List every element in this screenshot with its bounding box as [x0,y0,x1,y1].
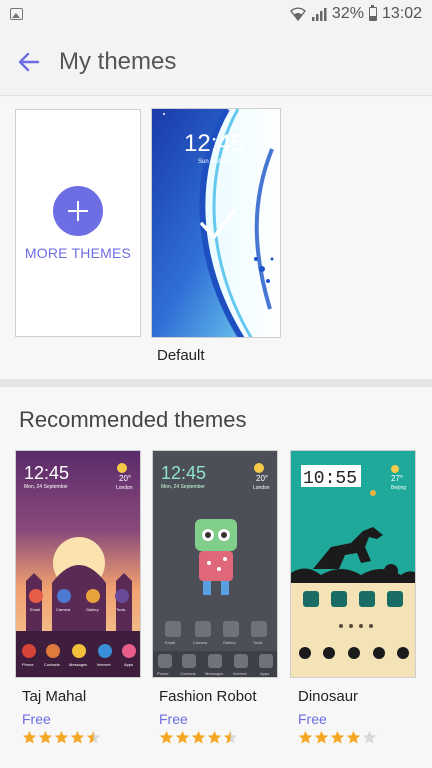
theme-price-dinosaur: Free [298,711,327,727]
robot-dock-label-4: Apps [260,671,269,676]
theme-price-taj-mahal: Free [22,711,51,727]
dino-preview-city: Beijing [391,485,406,491]
star-full-icon [159,730,174,744]
taj-dock-label-0: Phone [22,662,34,667]
default-theme-card[interactable]: 12:45 Sun 1 March [151,108,281,338]
theme-card-taj-mahal[interactable]: 12:45 Mon, 24 September 20° London Email… [15,450,141,678]
section-divider [0,379,432,387]
plus-icon [53,185,103,236]
theme-name-fashion-robot: Fashion Robot [159,688,257,705]
taj-preview-city: London [116,485,133,491]
theme-card-fashion-robot[interactable]: 12:45 Mon, 24 September 20° London Email… [152,450,278,678]
taj-dock-label-2: Messages [69,662,87,667]
robot-preview-temp: 20° [256,474,268,483]
dino-preview-clock: 10:55 [303,469,357,489]
robot-dock-label-2: Messages [205,671,223,676]
star-half-icon [223,730,238,744]
default-theme-preview: 12:45 Sun 1 March [152,109,280,337]
taj-icon-label-1: Camera [56,607,71,612]
taj-dock-label-4: Apps [124,662,133,667]
rating-stars-dinosaur [298,730,377,745]
star-full-icon [175,730,190,744]
star-full-icon [54,730,69,744]
rating-stars-taj-mahal [22,730,101,745]
theme-name-dinosaur: Dinosaur [298,688,359,705]
status-bar: 32% 13:02 [0,0,432,28]
clock: 13:02 [381,5,422,22]
dinosaur-preview: 10:55 27° Beijing [291,451,415,677]
robot-icon-label-1: Camera [193,640,208,645]
robot-dock-label-0: Phone [157,671,169,676]
rating-stars-fashion-robot [159,730,238,745]
star-full-icon [38,730,53,744]
taj-dock-label-1: Contacts [44,662,60,667]
robot-icon-label-3: Tools [253,640,262,645]
taj-icon-label-0: Email [30,607,40,612]
recommended-title: Recommended themes [19,407,247,432]
taj-icon-label-3: Tools [116,607,125,612]
star-empty-icon [362,730,377,744]
robot-preview-clock: 12:45 [161,463,206,483]
back-arrow-icon[interactable] [17,50,41,74]
star-full-icon [70,730,85,744]
star-full-icon [314,730,329,744]
star-full-icon [346,730,361,744]
taj-icon-label-2: Gallery [86,607,99,612]
taj-preview-clock: 12:45 [24,463,69,483]
taj-preview-temp: 20° [119,474,131,483]
signal-icon [311,8,327,21]
my-themes-section: MORE THEMES 12:45 Sun 1 March Default [0,97,432,379]
page-title: My themes [59,47,177,75]
default-preview-clock: 12:45 [184,130,244,157]
gallery-notification-icon [10,8,23,20]
robot-dock-label-3: Internet [233,671,247,676]
more-themes-button[interactable]: MORE THEMES [15,109,141,337]
robot-preview-date: Mon, 24 September [161,484,205,490]
more-themes-label: MORE THEMES [24,244,132,261]
fashion-robot-preview: 12:45 Mon, 24 September 20° London Email… [153,451,277,677]
star-full-icon [330,730,345,744]
robot-icon-label-2: Gallery [223,640,236,645]
dino-preview-temp: 27° [391,474,403,483]
star-full-icon [298,730,313,744]
robot-dock-label-1: Contacts [180,671,196,676]
status-bar-right: 32% 13:02 [289,5,422,23]
star-full-icon [22,730,37,744]
robot-preview-city: London [253,485,270,491]
default-theme-name: Default [157,347,205,364]
taj-dock-label-3: Internet [97,662,111,667]
theme-name-taj-mahal: Taj Mahal [22,688,87,705]
star-half-icon [86,730,101,744]
star-full-icon [191,730,206,744]
battery-icon [368,5,377,21]
battery-percent: 32% [331,5,364,22]
star-full-icon [207,730,222,744]
wifi-icon [289,7,306,21]
theme-price-fashion-robot: Free [159,711,188,727]
default-preview-date: Sun 1 March [198,159,232,165]
robot-icon-label-0: Email [165,640,175,645]
app-bar: My themes [0,28,432,96]
recommended-section: Recommended themes 12:45 Mon, 24 Septemb… [0,387,432,768]
taj-preview-date: Mon, 24 September [24,484,68,490]
taj-mahal-preview: 12:45 Mon, 24 September 20° London Email… [16,451,140,677]
theme-card-dinosaur[interactable]: 10:55 27° Beijing [290,450,416,678]
